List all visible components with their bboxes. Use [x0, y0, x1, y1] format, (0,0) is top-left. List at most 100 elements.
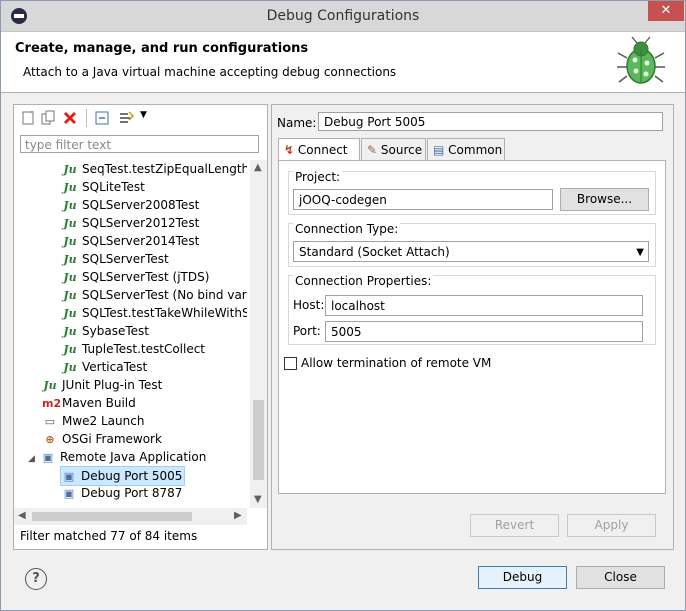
tree-item-label: Remote Java Application [60, 450, 207, 464]
junit-icon: Ju [63, 253, 77, 266]
tree-item-remote-java-application[interactable]: ◢ ▣ Remote Java Application [28, 448, 206, 466]
tree-item[interactable]: Ju SQLTest.testTakeWhileWithSQL [62, 304, 247, 322]
name-label: Name: [277, 116, 317, 130]
project-label: Project: [293, 170, 343, 184]
tree-item-label: JUnit Plug-in Test [62, 378, 163, 392]
name-input[interactable]: Debug Port 5005 [318, 112, 663, 131]
debug-button[interactable]: Debug [478, 566, 567, 589]
connect-tab-content: Project: jOOQ-codegen Browse... Connecti… [278, 160, 666, 494]
filter-menu-chevron-icon[interactable]: ▼ [140, 110, 147, 120]
tree-item[interactable]: Ju TupleTest.testCollect [62, 340, 205, 358]
tree-item[interactable]: Ju VerticaTest [62, 358, 147, 376]
common-icon: ▤ [433, 143, 445, 157]
vertical-scroll-thumb[interactable] [253, 400, 264, 480]
apply-button[interactable]: Apply [567, 514, 656, 537]
source-icon: ✎ [367, 143, 378, 157]
osgi-icon: ⊕ [45, 433, 55, 446]
junit-icon: Ju [63, 343, 77, 356]
tab-label: Common [448, 143, 503, 157]
connection-type-select[interactable]: Standard (Socket Attach) ▼ [293, 241, 649, 262]
tree-item[interactable]: Ju SQLServerTest (No bind variabl [62, 286, 247, 304]
connection-properties-group: Connection Properties: Host: localhost P… [288, 274, 656, 345]
window-close-button[interactable]: ✕ [648, 1, 684, 21]
junit-plugin-icon: Ju [43, 379, 57, 392]
expand-chevron-icon[interactable]: ◢ [28, 450, 40, 468]
tree-item-label: SQLServerTest [82, 252, 169, 266]
tree-item[interactable]: Ju SQLServerTest [62, 250, 169, 268]
new-configuration-icon[interactable] [20, 110, 36, 126]
collapse-all-icon[interactable] [94, 110, 110, 126]
tab-connect[interactable]: ↯ Connect [278, 138, 360, 161]
tree-item-osgi-framework[interactable]: ⊕ OSGi Framework [42, 430, 162, 448]
tree-item-label: SQLiteTest [82, 180, 145, 194]
banner-description: Attach to a Java virtual machine accepti… [23, 65, 397, 79]
junit-icon: Ju [63, 163, 77, 176]
debug-configurations-window: Debug Configurations ✕ Create, manage, a… [0, 0, 686, 611]
tab-common[interactable]: ▤ Common [427, 138, 505, 160]
scroll-up-icon[interactable]: ▲ [254, 162, 262, 173]
tree-item-mwe2-launch[interactable]: ▭ Mwe2 Launch [42, 412, 145, 430]
tree-item[interactable]: Ju SQLServerTest (jTDS) [62, 268, 209, 286]
tree-item-label: Debug Port 5005 [81, 469, 183, 483]
tree-item-maven-build[interactable]: m2Maven Build [42, 394, 136, 412]
tree-item[interactable]: Ju SeqTest.testZipEqualLength [62, 160, 247, 178]
mwe2-icon: ▭ [44, 415, 56, 428]
debug-bug-icon [617, 36, 665, 84]
tree-horizontal-scrollbar[interactable]: ◀ ▶ [14, 508, 247, 525]
project-group: Project: jOOQ-codegen Browse... [288, 170, 656, 215]
project-field[interactable]: jOOQ-codegen [293, 189, 553, 210]
connection-properties-label: Connection Properties: [293, 274, 434, 288]
tab-source[interactable]: ✎ Source [361, 138, 426, 160]
list-toolbar: ▼ [14, 105, 267, 131]
tree-item-label: SQLServer2012Test [82, 216, 200, 230]
tree-item-label: SQLServerTest (No bind variabl [82, 288, 247, 302]
allow-termination-checkbox[interactable] [284, 357, 297, 370]
host-field[interactable]: localhost [325, 295, 643, 316]
remote-java-icon: ▣ [42, 451, 54, 464]
revert-button[interactable]: Revert [470, 514, 559, 537]
help-icon[interactable]: ? [25, 568, 47, 590]
tree-item[interactable]: Ju SQLServer2012Test [62, 214, 199, 232]
connection-type-group: Connection Type: Standard (Socket Attach… [288, 222, 656, 267]
configuration-tree: Ju SeqTest.testZipEqualLength Ju SQLiteTes… [14, 160, 247, 508]
tree-item[interactable]: Ju SQLiteTest [62, 178, 145, 196]
junit-icon: Ju [63, 199, 77, 212]
toolbar-separator [86, 109, 87, 127]
tree-item-debug-port-8787[interactable]: ▣ Debug Port 8787 [61, 484, 183, 502]
browse-button[interactable]: Browse... [560, 188, 649, 211]
filter-input[interactable]: type filter text [20, 135, 259, 153]
chevron-down-icon: ▼ [636, 247, 644, 258]
filter-status: Filter matched 77 of 84 items [20, 529, 198, 543]
tree-item[interactable]: Ju SybaseTest [62, 322, 149, 340]
tree-item-label: Maven Build [62, 396, 136, 410]
tree-item-label: TupleTest.testCollect [82, 342, 206, 356]
config-tabs: ↯ Connect ✎ Source ▤ Common [278, 138, 670, 161]
close-button[interactable]: Close [576, 566, 665, 589]
horizontal-scroll-thumb[interactable] [32, 512, 192, 521]
delete-icon[interactable] [62, 110, 78, 126]
junit-icon: Ju [63, 361, 77, 374]
port-field[interactable]: 5005 [325, 321, 643, 342]
tree-item-label: Mwe2 Launch [62, 414, 145, 428]
tree-item[interactable]: Ju SQLServer2014Test [62, 232, 199, 250]
junit-icon: Ju [63, 217, 77, 230]
tree-item-debug-port-5005[interactable]: ▣ Debug Port 5005 [60, 466, 186, 486]
tree-item-label: SQLServerTest (jTDS) [82, 270, 210, 284]
tree-item-label: SQLServer2014Test [82, 234, 200, 248]
configuration-list-pane: ▼ type filter text Ju SeqTest.testZipEqua… [13, 104, 268, 550]
scroll-left-icon[interactable]: ◀ [18, 510, 26, 521]
tree-item-label: SQLTest.testTakeWhileWithSQL [82, 306, 247, 320]
tree-item[interactable]: Ju SQLServer2008Test [62, 196, 199, 214]
title-bar: Debug Configurations ✕ [1, 1, 685, 32]
debug-port-icon: ▣ [63, 487, 75, 500]
tree-vertical-scrollbar[interactable]: ▲ ▼ [250, 160, 267, 508]
scroll-down-icon[interactable]: ▼ [254, 494, 262, 505]
tree-item-label: VerticaTest [82, 360, 148, 374]
filter-icon[interactable] [118, 110, 134, 126]
junit-icon: Ju [63, 325, 77, 338]
connection-type-label: Connection Type: [293, 222, 401, 236]
tree-item-junit-plugin-test[interactable]: Ju JUnit Plug-in Test [42, 376, 162, 394]
scroll-right-icon[interactable]: ▶ [234, 510, 242, 521]
tree-item-label: SQLServer2008Test [82, 198, 200, 212]
duplicate-icon[interactable] [40, 110, 56, 126]
